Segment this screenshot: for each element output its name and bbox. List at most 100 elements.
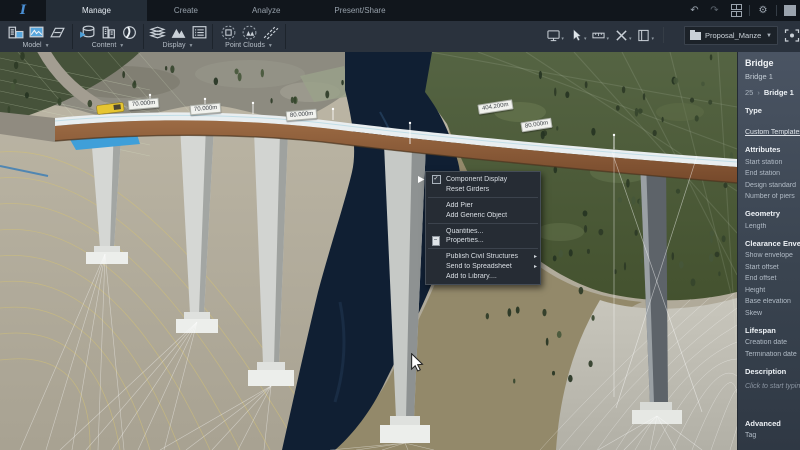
data-source-icon[interactable] — [79, 24, 96, 40]
menu-item-add-generic-object[interactable]: Add Generic Object — [426, 210, 540, 220]
panel-subtitle: Bridge 1 — [738, 72, 800, 81]
tab-manage[interactable]: Manage — [46, 0, 147, 21]
field-length[interactable]: Length — [738, 223, 800, 230]
ribbon-group-model[interactable]: Model▼ — [0, 21, 72, 52]
divider — [749, 5, 750, 16]
menu-item-quantities[interactable]: Quantities... — [426, 226, 540, 236]
buildings-icon[interactable] — [100, 24, 117, 40]
tab-present-share[interactable]: Present/Share — [307, 0, 412, 21]
library-book-button[interactable]: ▾ — [637, 29, 654, 42]
chevron-right-icon: › — [757, 88, 760, 97]
chevron-down-icon: ▼ — [268, 43, 273, 49]
chevron-down-icon: ▼ — [766, 33, 772, 39]
context-menu: ✓ Component Display Reset Girders Add Pi… — [425, 171, 541, 285]
view-tools: ▾ ▾ ▾ ▾ ▾ — [544, 27, 670, 43]
point-cloud-linear-icon[interactable] — [262, 24, 279, 40]
panel-toggle-icon[interactable] — [784, 5, 796, 16]
menu-separator — [428, 223, 538, 224]
field-end-station[interactable]: End station — [738, 170, 800, 177]
custom-templates-link[interactable]: Custom Templates/B — [738, 129, 800, 136]
model-selector-dropdown[interactable]: Proposal_Manze ▼ — [684, 26, 778, 45]
divider — [285, 24, 286, 49]
breadcrumb[interactable]: 25›Bridge 1 — [738, 88, 800, 97]
layers-icon[interactable] — [149, 24, 166, 40]
field-end-offset[interactable]: End offset — [738, 275, 800, 282]
divider — [663, 27, 664, 43]
field-skew[interactable]: Skew — [738, 310, 800, 317]
ribbon-toolbar: Model▼ Content▼ — [0, 21, 800, 52]
tab-analyze[interactable]: Analyze — [225, 0, 307, 21]
field-show-envelope[interactable]: Show envelope — [738, 252, 800, 259]
menu-item-component-display[interactable]: ✓ Component Display — [426, 175, 540, 185]
viewport-3d[interactable]: 70.000m 70.000m 80.000m 404.200m 80.000m — [0, 52, 737, 450]
field-height[interactable]: Height — [738, 287, 800, 294]
field-start-station[interactable]: Start station — [738, 159, 800, 166]
section-header-lifespan: Lifespan — [738, 326, 800, 335]
field-creation-date[interactable]: Creation date — [738, 339, 800, 346]
properties-doc-icon — [432, 236, 440, 246]
chevron-down-icon: ▼ — [189, 43, 194, 49]
viewport-3d-scene[interactable] — [0, 52, 737, 450]
model-image-icon[interactable] — [28, 24, 45, 40]
menu-item-publish-civil-structures[interactable]: Publish Civil Structures ▸ — [426, 252, 540, 262]
measure-tool-button[interactable]: ▾ — [592, 29, 609, 42]
ribbon-group-display[interactable]: Display▼ — [144, 21, 212, 52]
roads-globe-icon[interactable] — [121, 24, 138, 40]
menu-item-send-to-spreadsheet[interactable]: Send to Spreadsheet ▸ — [426, 262, 540, 272]
settings-gear-icon[interactable]: ⚙ — [753, 5, 773, 16]
group-label-point-clouds[interactable]: Point Clouds▼ — [225, 42, 273, 49]
checkbox-checked-icon: ✓ — [432, 175, 441, 184]
menu-separator — [428, 248, 538, 249]
point-cloud-object-icon[interactable] — [220, 24, 237, 40]
divider — [776, 5, 777, 16]
menu-item-reset-girders[interactable]: Reset Girders — [426, 185, 540, 195]
field-number-of-piers[interactable]: Number of piers — [738, 193, 800, 200]
section-header-attributes: Attributes — [738, 145, 800, 154]
menu-item-add-to-library[interactable]: Add to Library.... — [426, 271, 540, 281]
infraworks-window: { "titlebar": { "logo": "I", "tabs": [ {… — [0, 0, 800, 450]
tools-cross-button[interactable]: ▾ — [615, 29, 632, 42]
apps-grid-icon[interactable] — [731, 4, 741, 18]
folder-icon — [690, 32, 701, 40]
chevron-down-icon: ▼ — [119, 43, 124, 49]
tab-create[interactable]: Create — [147, 0, 225, 21]
panel-title: Bridge — [738, 58, 800, 68]
model-properties-icon[interactable] — [7, 24, 24, 40]
submenu-arrow-icon: ▸ — [531, 263, 540, 270]
group-label-content[interactable]: Content▼ — [92, 42, 124, 49]
section-header-geometry: Geometry — [738, 209, 800, 218]
menu-item-properties[interactable]: Properties... — [426, 236, 540, 246]
chevron-down-icon: ▼ — [45, 43, 50, 49]
field-base-elevation[interactable]: Base elevation — [738, 298, 800, 305]
redo-icon[interactable]: ↷ — [705, 5, 725, 16]
section-header-type: Type — [738, 106, 800, 115]
legend-list-icon[interactable] — [191, 24, 208, 40]
presentation-tool-button[interactable]: ▾ — [547, 29, 564, 42]
menu-item-add-pier[interactable]: Add Pier — [426, 201, 540, 211]
section-header-clearance-envelope: Clearance Envelope — [738, 239, 800, 248]
terrain-icon[interactable] — [170, 24, 187, 40]
field-start-offset[interactable]: Start offset — [738, 264, 800, 271]
description-input[interactable]: Click to start typing... — [738, 383, 800, 390]
group-label-display[interactable]: Display▼ — [163, 42, 194, 49]
ribbon-group-content[interactable]: Content▼ — [73, 21, 143, 52]
mouse-cursor — [410, 353, 425, 372]
field-design-standard[interactable]: Design standard — [738, 182, 800, 189]
properties-panel: Bridge Bridge 1 25›Bridge 1 Type Custom … — [737, 52, 800, 450]
select-tool-button[interactable]: ▾ — [570, 29, 587, 42]
section-header-description: Description — [738, 367, 800, 376]
section-header-advanced: Advanced — [738, 419, 800, 428]
model-selector-value: Proposal_Manze — [705, 31, 766, 40]
sync-model-icon[interactable] — [784, 28, 800, 43]
undo-icon[interactable]: ↶ — [685, 5, 705, 16]
field-termination-date[interactable]: Termination date — [738, 351, 800, 358]
submenu-arrow-icon: ▸ — [531, 253, 540, 260]
point-cloud-vegetation-icon[interactable] — [241, 24, 258, 40]
ribbon-group-point-clouds[interactable]: Point Clouds▼ — [213, 21, 285, 52]
title-bar: I Manage Create Analyze Present/Share ↶ … — [0, 0, 800, 22]
group-label-model[interactable]: Model▼ — [22, 42, 49, 49]
field-tag[interactable]: Tag — [738, 432, 800, 439]
model-surface-icon[interactable] — [49, 24, 66, 40]
infraworks-logo: I — [0, 3, 46, 18]
menu-separator — [428, 197, 538, 198]
